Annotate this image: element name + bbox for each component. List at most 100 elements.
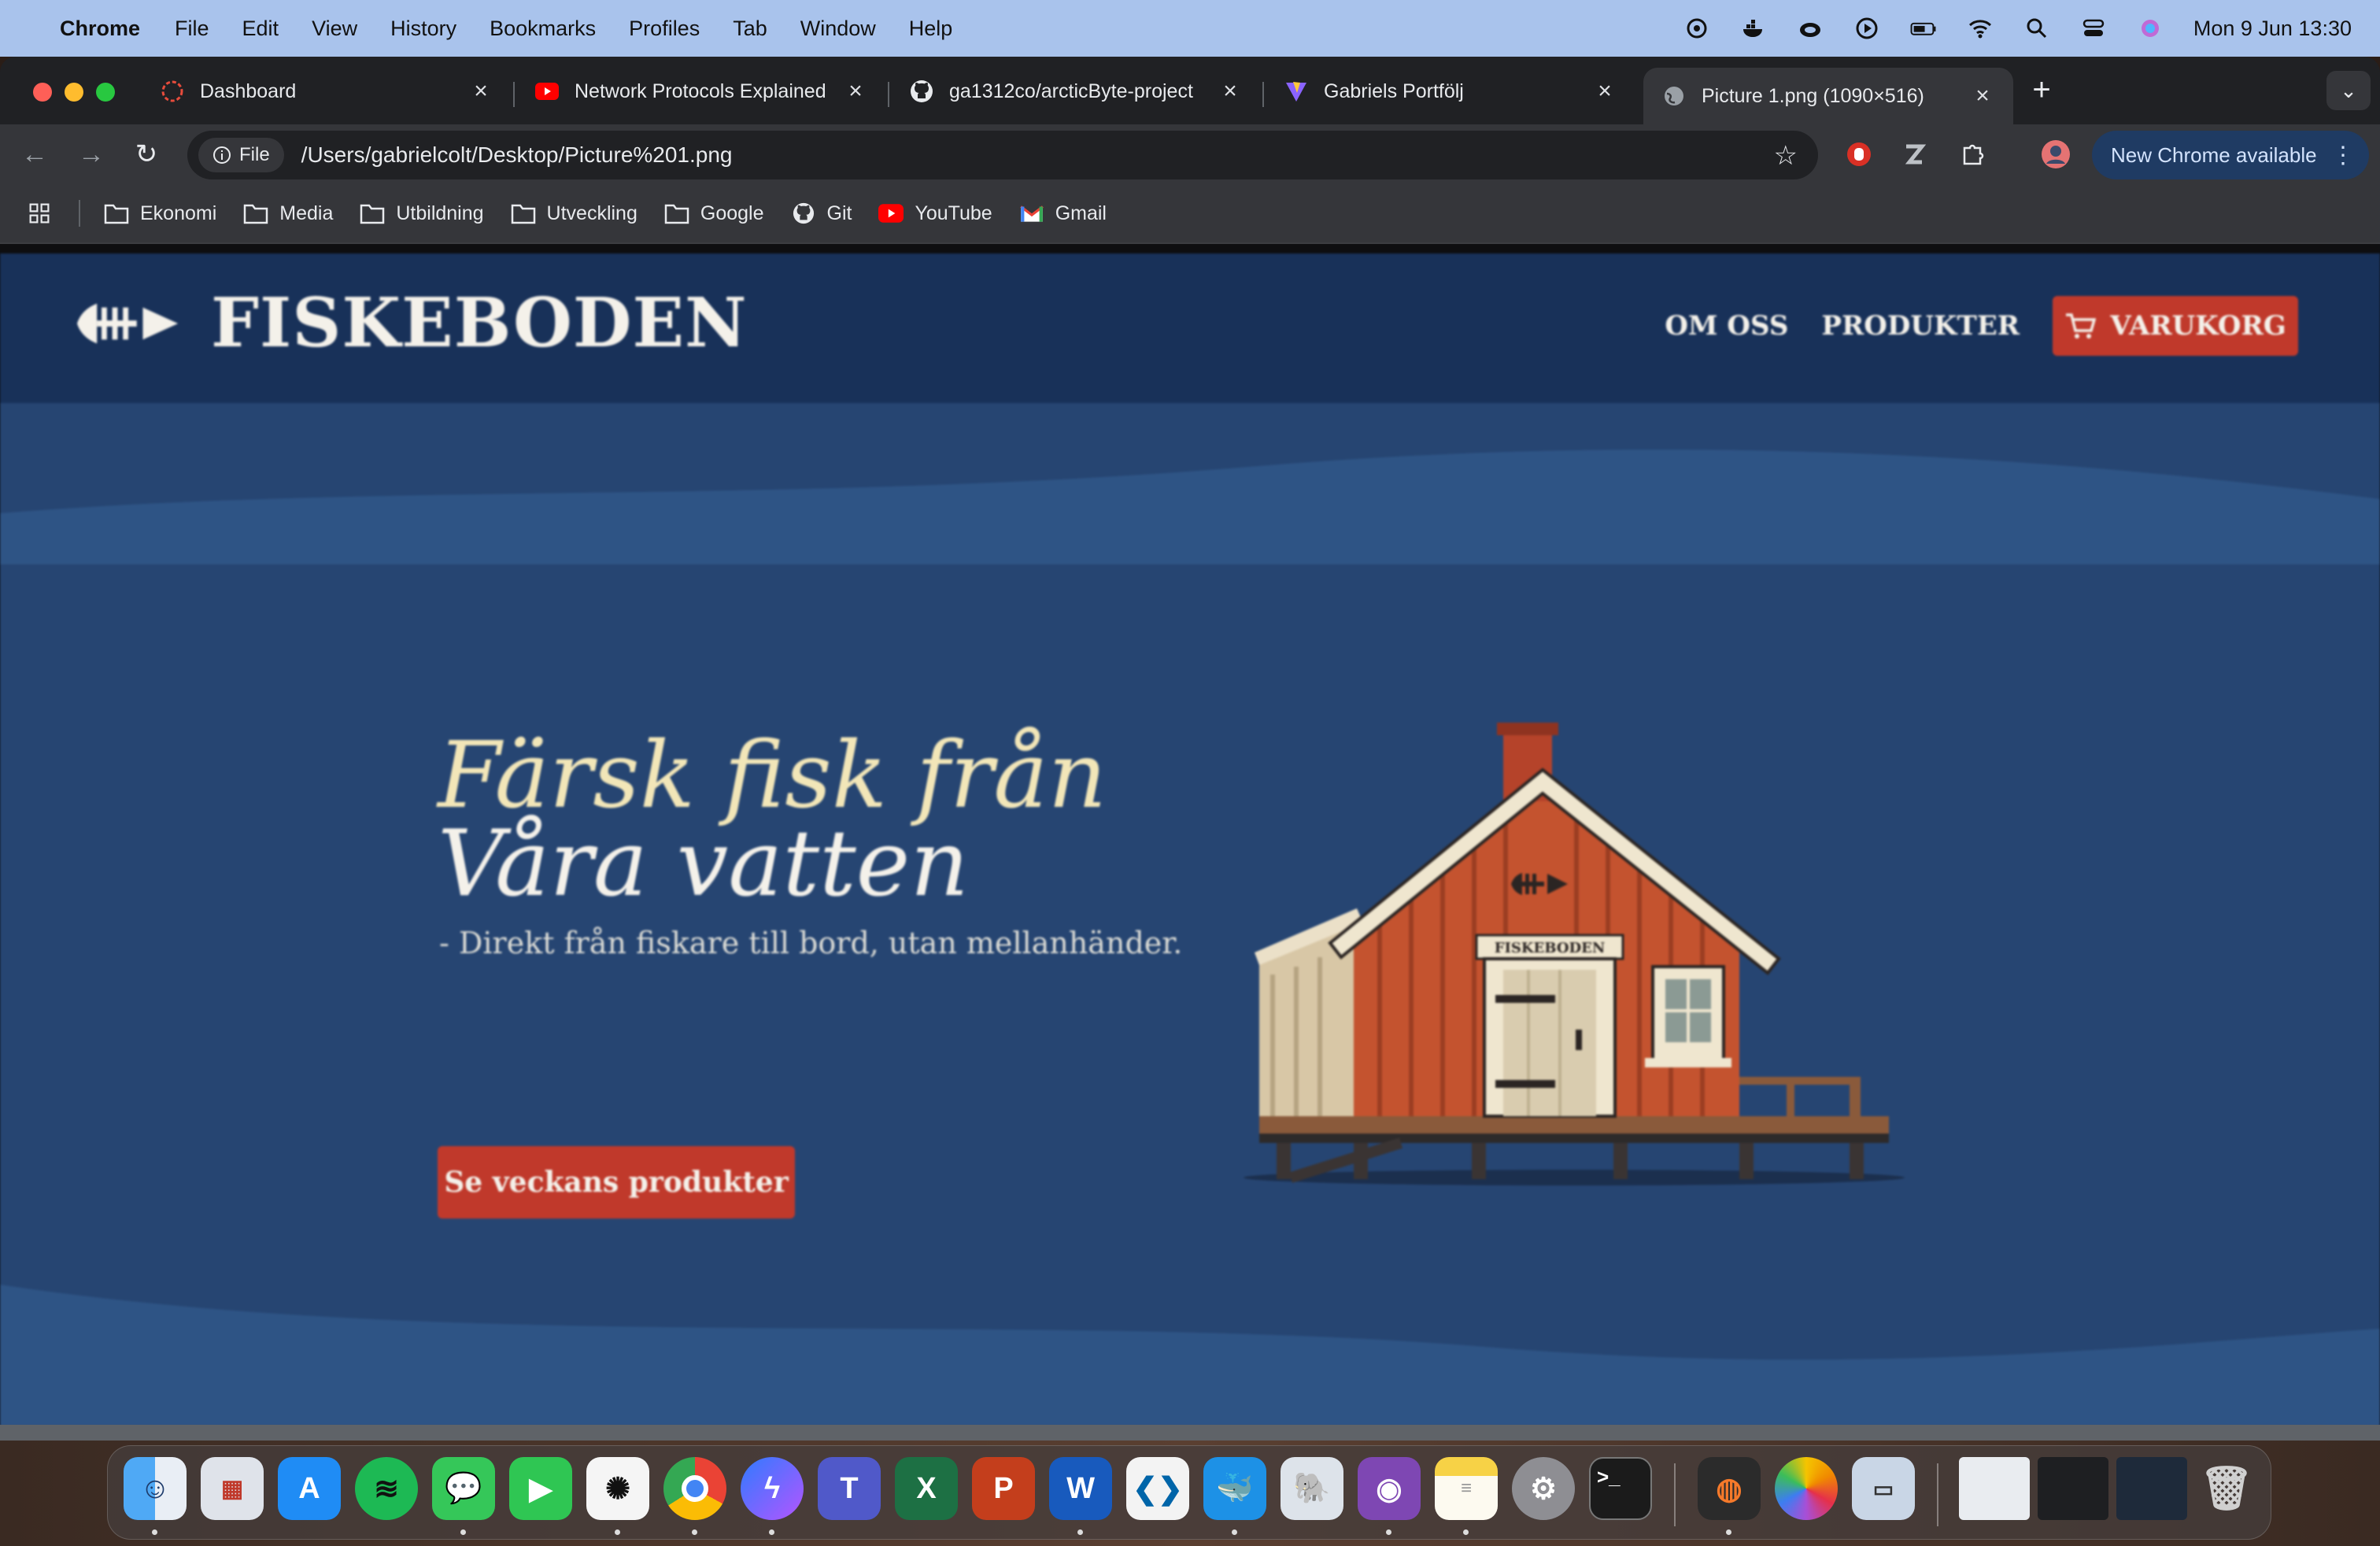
tab-picture-active[interactable]: Picture 1.png (1090×516) × [1643,68,2013,124]
site-brand-name: FISKEBODEN [211,283,748,363]
profile-avatar-icon[interactable] [2040,139,2071,170]
menu-profiles[interactable]: Profiles [629,17,700,41]
adblock-extension-icon[interactable] [1843,139,1875,170]
play-status-icon[interactable] [1853,15,1880,42]
running-indicator [1463,1529,1469,1535]
new-tab-button[interactable]: + [2024,72,2059,107]
hero-title-line1: Färsk fisk från [438,723,1107,829]
dock-github-desktop-icon[interactable]: ◉ [1358,1457,1421,1520]
minimize-window-button[interactable] [65,83,83,102]
dock-minimized-window-2[interactable] [2038,1457,2108,1520]
bookmark-gmail[interactable]: Gmail [1019,202,1107,225]
folder-icon [244,204,268,224]
control-center-icon[interactable] [2080,15,2107,42]
app-menu[interactable]: Chrome [60,17,140,41]
forward-arrow-icon[interactable]: → [74,137,109,172]
vite-icon [1284,80,1308,103]
apps-grid-icon[interactable] [27,202,52,224]
creative-cloud-status-icon[interactable] [1797,15,1824,42]
bookmark-ekonomi[interactable]: Ekonomi [104,202,216,225]
menubar-clock[interactable]: Mon 9 Jun 13:30 [2193,17,2352,41]
dock-trash-icon[interactable]: 🗑 [2195,1457,2258,1520]
dock-excel-icon[interactable]: X [895,1457,958,1520]
github-icon [910,80,933,103]
wifi-icon[interactable] [1967,15,1994,42]
battery-icon[interactable] [1910,15,1937,42]
bookmark-utbildning[interactable]: Utbildning [360,202,484,225]
url-text[interactable]: /Users/gabrielcolt/Desktop/Picture%201.p… [301,142,733,168]
menu-history[interactable]: History [390,17,456,41]
dock-docker-icon[interactable]: 🐳 [1203,1457,1266,1520]
more-menu-icon[interactable]: ⋮ [2331,142,2355,169]
menu-edit[interactable]: Edit [242,17,279,41]
bookmark-star-icon[interactable]: ☆ [1774,140,1798,172]
dock-messenger-icon[interactable]: ϟ [741,1457,804,1520]
bookmark-youtube[interactable]: YouTube [878,202,992,225]
dock-teams-icon[interactable]: T [818,1457,881,1520]
menu-window[interactable]: Window [800,17,876,41]
spotlight-search-icon[interactable] [2023,15,2050,42]
dock-blender-icon[interactable]: ◍ [1698,1457,1761,1520]
tab-youtube[interactable]: Network Protocols Explained × [516,68,886,115]
folder-icon [511,204,535,224]
tab-search-button[interactable]: ⌄ [2326,71,2371,110]
menu-view[interactable]: View [312,17,357,41]
dock-minimized-window-1[interactable] [1959,1457,2030,1520]
weekly-products-button[interactable]: Se veckans produkter [438,1146,795,1219]
running-indicator [1726,1529,1731,1535]
dashboard-icon [161,80,184,103]
siri-icon[interactable] [2137,15,2164,42]
dock-chrome-icon[interactable] [663,1457,726,1520]
menu-file[interactable]: File [175,17,209,41]
docker-status-icon[interactable] [1740,15,1767,42]
dock-photos-icon[interactable] [1775,1457,1838,1520]
tab-dashboard[interactable]: Dashboard × [142,68,512,115]
dock-preview-icon[interactable]: ▭ [1852,1457,1915,1520]
bookmark-google[interactable]: Google [664,202,764,225]
nav-produkter[interactable]: PRODUKTER [1821,310,2020,342]
new-chrome-available-button[interactable]: New Chrome available ⋮ [2092,131,2369,179]
dock-notes-icon[interactable]: ≡ [1435,1457,1498,1520]
menu-tab[interactable]: Tab [733,17,767,41]
dock-word-icon[interactable]: W [1049,1457,1112,1520]
chatgpt-status-icon[interactable] [1683,15,1710,42]
dock-minimized-window-3[interactable] [2116,1457,2187,1520]
tab-github[interactable]: ga1312co/arcticByte-project × [891,68,1261,115]
site-brand[interactable]: FISKEBODEN [76,283,748,363]
nav-om-oss[interactable]: OM OSS [1665,310,1788,342]
fullscreen-window-button[interactable] [96,83,115,102]
dock-terminal-icon[interactable]: >_ [1589,1457,1652,1520]
bookmark-utveckling[interactable]: Utveckling [511,202,638,225]
displayed-image-fiskeboden[interactable]: FISKEBODEN OM OSS PRODUKTER VARUKORG Fär… [0,253,2380,1426]
back-arrow-icon[interactable]: ← [17,137,52,172]
bookmark-git[interactable]: Git [791,202,852,225]
extensions-puzzle-icon[interactable] [1957,139,1988,170]
site-info-chip[interactable]: File [198,138,284,172]
dock-facetime-icon[interactable]: ▶ [509,1457,572,1520]
cart-button[interactable]: VARUKORG [2053,296,2298,356]
dock-vscode-icon[interactable]: ❮❯ [1126,1457,1189,1520]
close-tab-icon[interactable]: × [469,78,493,105]
dock-app-store-icon[interactable]: A [278,1457,341,1520]
close-window-button[interactable] [33,83,52,102]
dock-messages-icon[interactable]: 💬 [432,1457,495,1520]
reload-icon[interactable]: ↻ [129,137,164,172]
dock-spotify-icon[interactable]: ≋ [355,1457,418,1520]
address-bar[interactable]: File /Users/gabrielcolt/Desktop/Picture%… [187,131,1818,179]
close-tab-icon[interactable]: × [844,78,867,105]
bookmark-label: Utveckling [546,202,638,224]
bookmark-media[interactable]: Media [243,202,333,225]
z-extension-icon[interactable] [1898,139,1930,170]
tab-portfolio[interactable]: Gabriels Portfölj × [1266,68,1635,115]
dock-pgadmin-icon[interactable]: 🐘 [1281,1457,1343,1520]
menu-help[interactable]: Help [909,17,953,41]
dock-system-settings-icon[interactable]: ⚙ [1512,1457,1575,1520]
menu-bookmarks[interactable]: Bookmarks [490,17,596,41]
dock-chatgpt-icon[interactable]: ✺ [586,1457,649,1520]
dock-launchpad-icon[interactable]: ▦ [201,1457,264,1520]
close-tab-icon[interactable]: × [1971,83,1994,109]
dock-finder-icon[interactable]: ☺ [124,1457,187,1520]
close-tab-icon[interactable]: × [1218,78,1242,105]
dock-powerpoint-icon[interactable]: P [972,1457,1035,1520]
close-tab-icon[interactable]: × [1593,78,1617,105]
